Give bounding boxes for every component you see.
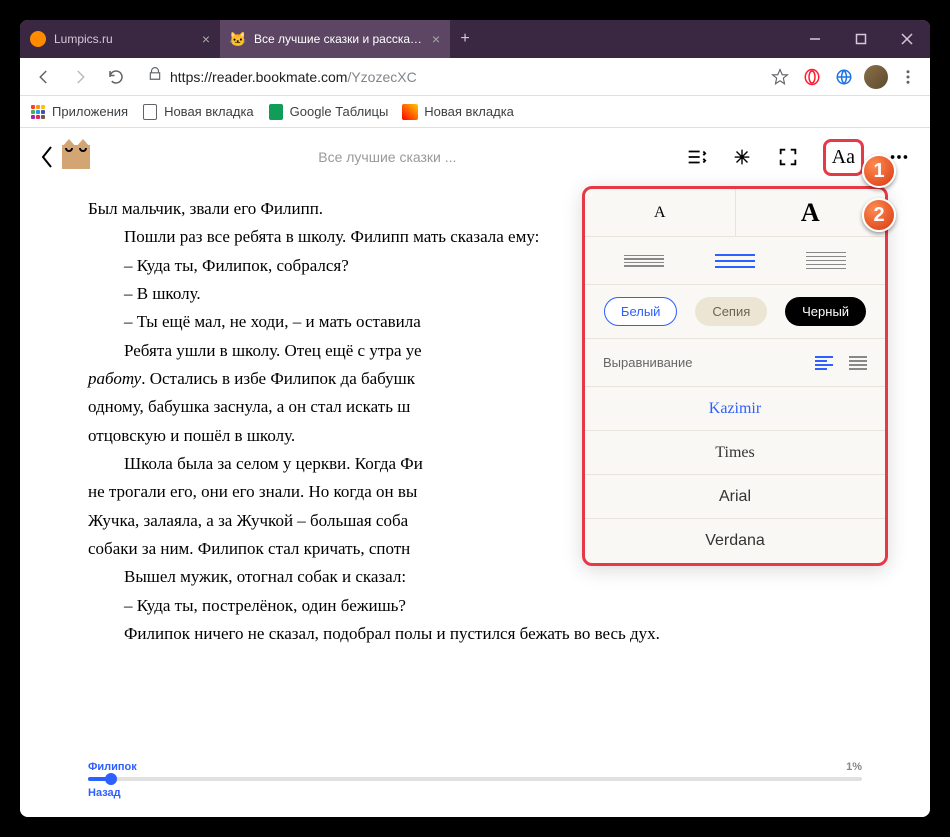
text-line: – Куда ты, пострелёнок, один бежишь? <box>88 593 862 619</box>
titlebar: Lumpics.ru × 🐱 Все лучшие сказки и расск… <box>20 20 930 58</box>
chapter-label: Филипок <box>88 761 137 773</box>
text-line: Филипок ничего не сказал, подобрал полы … <box>88 621 862 647</box>
sheets-icon <box>268 104 284 120</box>
fullscreen-button[interactable] <box>777 146 799 168</box>
close-icon[interactable]: × <box>432 31 440 47</box>
close-button[interactable] <box>884 20 930 58</box>
tab-title: Все лучшие сказки и рассказы <box>254 32 424 46</box>
apps-icon <box>30 104 46 120</box>
url-text: https://reader.bookmate.com/YzozecXC <box>170 69 417 85</box>
browser-window: Lumpics.ru × 🐱 Все лучшие сказки и расск… <box>20 20 930 817</box>
font-option-times[interactable]: Times <box>585 431 885 475</box>
bookmark-apps[interactable]: Приложения <box>30 104 128 120</box>
bookmarks-bar: Приложения Новая вкладка Google Таблицы … <box>20 96 930 128</box>
font-size-row: A A <box>585 189 885 237</box>
theme-black-button[interactable]: Черный <box>785 297 866 326</box>
address-bar: https://reader.bookmate.com/YzozecXC <box>20 58 930 96</box>
favicon-lumpics <box>30 31 46 47</box>
bookmark-label: Приложения <box>52 104 128 119</box>
font-option-arial[interactable]: Arial <box>585 475 885 519</box>
url-host: reader.bookmate.com <box>212 69 347 85</box>
close-icon[interactable]: × <box>202 31 210 47</box>
favicon-bookmate: 🐱 <box>230 31 246 47</box>
new-tab-button[interactable]: + <box>450 20 480 58</box>
bookmark-label: Google Таблицы <box>290 104 389 119</box>
progress-thumb[interactable] <box>105 773 117 785</box>
bookmark-sheets[interactable]: Google Таблицы <box>268 104 389 120</box>
theme-row: Белый Сепия Черный <box>585 285 885 339</box>
decrease-font-button[interactable]: A <box>585 189 736 236</box>
window-controls <box>792 20 930 58</box>
progress-area: Филипок 1% Назад <box>88 761 862 799</box>
reader-header: Все лучшие сказки ... Aa <box>20 128 930 186</box>
globe-icon[interactable] <box>830 63 858 91</box>
bookmark-label: Новая вкладка <box>164 104 254 119</box>
theme-white-button[interactable]: Белый <box>604 297 678 326</box>
star-icon[interactable] <box>766 63 794 91</box>
align-justify-button[interactable] <box>849 356 867 370</box>
book-title: Все лучшие сказки ... <box>90 149 685 165</box>
font-settings-button[interactable]: Aa <box>823 139 864 176</box>
minimize-button[interactable] <box>792 20 838 58</box>
tab-lumpics[interactable]: Lumpics.ru × <box>20 20 220 58</box>
callout-2: 2 <box>862 198 896 232</box>
tab-title: Lumpics.ru <box>54 32 194 46</box>
text-line: Вышел мужик, отогнал собак и сказал: <box>88 564 862 590</box>
font-option-kazimir[interactable]: Kazimir <box>585 387 885 431</box>
reader-viewport: Все лучшие сказки ... Aa Был мальчик, зв… <box>20 128 930 817</box>
alignment-label: Выравнивание <box>603 355 799 370</box>
yandex-icon <box>402 104 418 120</box>
spacing-normal-button[interactable] <box>715 254 755 268</box>
aa-label: Aa <box>832 146 855 169</box>
document-icon <box>142 104 158 120</box>
theme-sepia-button[interactable]: Сепия <box>695 297 767 326</box>
bookmark-newtab-2[interactable]: Новая вкладка <box>402 104 514 120</box>
url-box[interactable]: https://reader.bookmate.com/YzozecXC <box>136 63 762 91</box>
alignment-row: Выравнивание <box>585 339 885 387</box>
align-left-button[interactable] <box>815 356 833 370</box>
progress-slider[interactable] <box>88 777 862 781</box>
spacing-wide-button[interactable] <box>806 252 846 269</box>
bookmate-logo[interactable] <box>62 145 90 169</box>
progress-labels: Филипок 1% <box>88 761 862 773</box>
line-spacing-row <box>585 237 885 285</box>
progress-percent: 1% <box>846 761 862 773</box>
contents-button[interactable] <box>685 146 707 168</box>
reader-back-button[interactable] <box>40 145 54 169</box>
progress-back-link[interactable]: Назад <box>88 787 862 799</box>
font-option-verdana[interactable]: Verdana <box>585 519 885 563</box>
forward-button[interactable] <box>64 61 96 93</box>
bookmark-newtab[interactable]: Новая вкладка <box>142 104 254 120</box>
font-settings-panel: A A Белый Сепия Черный Выравнивание Kazi… <box>582 186 888 566</box>
maximize-button[interactable] <box>838 20 884 58</box>
url-scheme: https:// <box>170 69 212 85</box>
profile-avatar[interactable] <box>862 63 890 91</box>
reload-button[interactable] <box>100 61 132 93</box>
back-button[interactable] <box>28 61 60 93</box>
opera-icon[interactable] <box>798 63 826 91</box>
menu-icon[interactable] <box>894 63 922 91</box>
url-path: /YzozecXC <box>347 69 416 85</box>
star-button[interactable] <box>731 146 753 168</box>
lock-icon <box>148 67 162 86</box>
spacing-tight-button[interactable] <box>624 255 664 267</box>
tab-bookmate[interactable]: 🐱 Все лучшие сказки и рассказы × <box>220 20 450 58</box>
bookmark-label: Новая вкладка <box>424 104 514 119</box>
callout-1: 1 <box>862 154 896 188</box>
